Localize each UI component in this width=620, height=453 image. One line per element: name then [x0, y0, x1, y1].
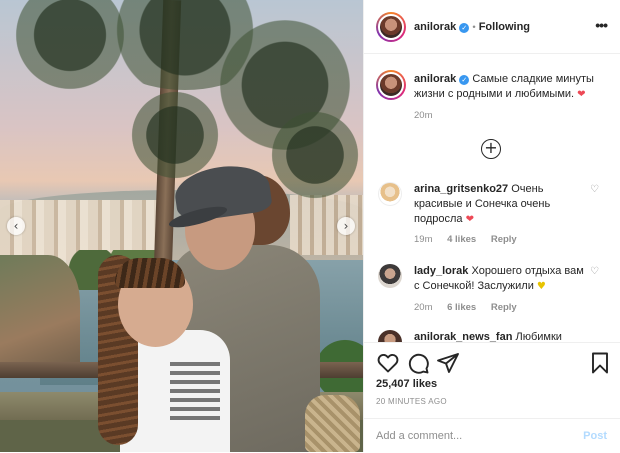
- comment-text: arina_gritsenko27 Очень красивые и Сонеч…: [414, 182, 592, 227]
- comment-time[interactable]: 20m: [414, 302, 432, 313]
- post-header: anilorak ✓ • Following •••: [364, 0, 620, 54]
- red-heart-emoji: ❤: [465, 214, 474, 225]
- red-heart-emoji: ❤: [577, 89, 586, 100]
- post-actions: 25,407 likes 20 MINUTES AGO Post: [364, 342, 620, 452]
- heart-icon[interactable]: [376, 351, 400, 375]
- follow-status-button[interactable]: Following: [479, 21, 530, 33]
- comment-icon[interactable]: [406, 351, 430, 375]
- comment-text: lady_lorak Хорошего отдыха вам с Сонечко…: [414, 264, 592, 294]
- photo-shirt-print: [170, 360, 220, 420]
- photo-braids-top: [115, 258, 185, 288]
- prev-photo-button[interactable]: ‹: [7, 217, 25, 235]
- caption-text: anilorak ✓ Самые сладкие минуты жизни с …: [414, 72, 609, 102]
- author-avatar[interactable]: [376, 12, 406, 42]
- reply-button[interactable]: Reply: [491, 234, 517, 245]
- commenter-avatar[interactable]: [378, 264, 402, 288]
- verified-icon: ✓: [459, 23, 470, 33]
- comment-heart-icon[interactable]: ♡: [590, 184, 599, 195]
- comment-username[interactable]: arina_gritsenko27: [414, 183, 508, 195]
- caption-time[interactable]: 20m: [414, 110, 432, 121]
- separator: •: [472, 22, 476, 33]
- bookmark-icon[interactable]: [588, 351, 612, 375]
- caption-avatar[interactable]: [376, 70, 406, 100]
- post-photo[interactable]: ‹ ›: [0, 0, 363, 452]
- verified-icon: ✓: [459, 75, 470, 85]
- author-line: anilorak ✓ • Following: [414, 21, 530, 33]
- caption-username[interactable]: anilorak: [414, 73, 456, 85]
- comment-meta: 19m 4 likes Reply: [414, 234, 529, 245]
- share-icon[interactable]: [436, 351, 460, 375]
- yellow-heart-emoji: ♥: [536, 281, 546, 292]
- comment-input[interactable]: [376, 428, 566, 444]
- post-comment-button[interactable]: Post: [583, 430, 607, 442]
- commenter-avatar[interactable]: [378, 182, 402, 206]
- plus-circle-icon[interactable]: +: [481, 139, 501, 159]
- comment-composer: Post: [364, 418, 620, 453]
- comment-username[interactable]: lady_lorak: [414, 265, 468, 277]
- comment-likes[interactable]: 6 likes: [447, 302, 476, 313]
- comment-heart-icon[interactable]: ♡: [590, 266, 599, 277]
- photo-bag: [305, 395, 360, 452]
- comment-time[interactable]: 19m: [414, 234, 432, 245]
- post-timestamp[interactable]: 20 MINUTES AGO: [376, 397, 447, 406]
- photo-cliff: [0, 255, 80, 375]
- next-photo-button[interactable]: ›: [337, 217, 355, 235]
- post-side-panel: anilorak ✓ • Following ••• anilorak ✓ Са…: [363, 0, 620, 452]
- ellipsis-icon[interactable]: •••: [595, 17, 608, 33]
- comment-likes[interactable]: 4 likes: [447, 234, 476, 245]
- reply-button[interactable]: Reply: [491, 302, 517, 313]
- likes-count[interactable]: 25,407 likes: [376, 378, 437, 390]
- comment-meta: 20m 6 likes Reply: [414, 302, 529, 313]
- photo-foliage: [120, 90, 230, 180]
- instagram-post: ‹ › anilorak ✓ • Following ••• anilorak …: [0, 0, 620, 452]
- author-username[interactable]: anilorak: [414, 21, 456, 33]
